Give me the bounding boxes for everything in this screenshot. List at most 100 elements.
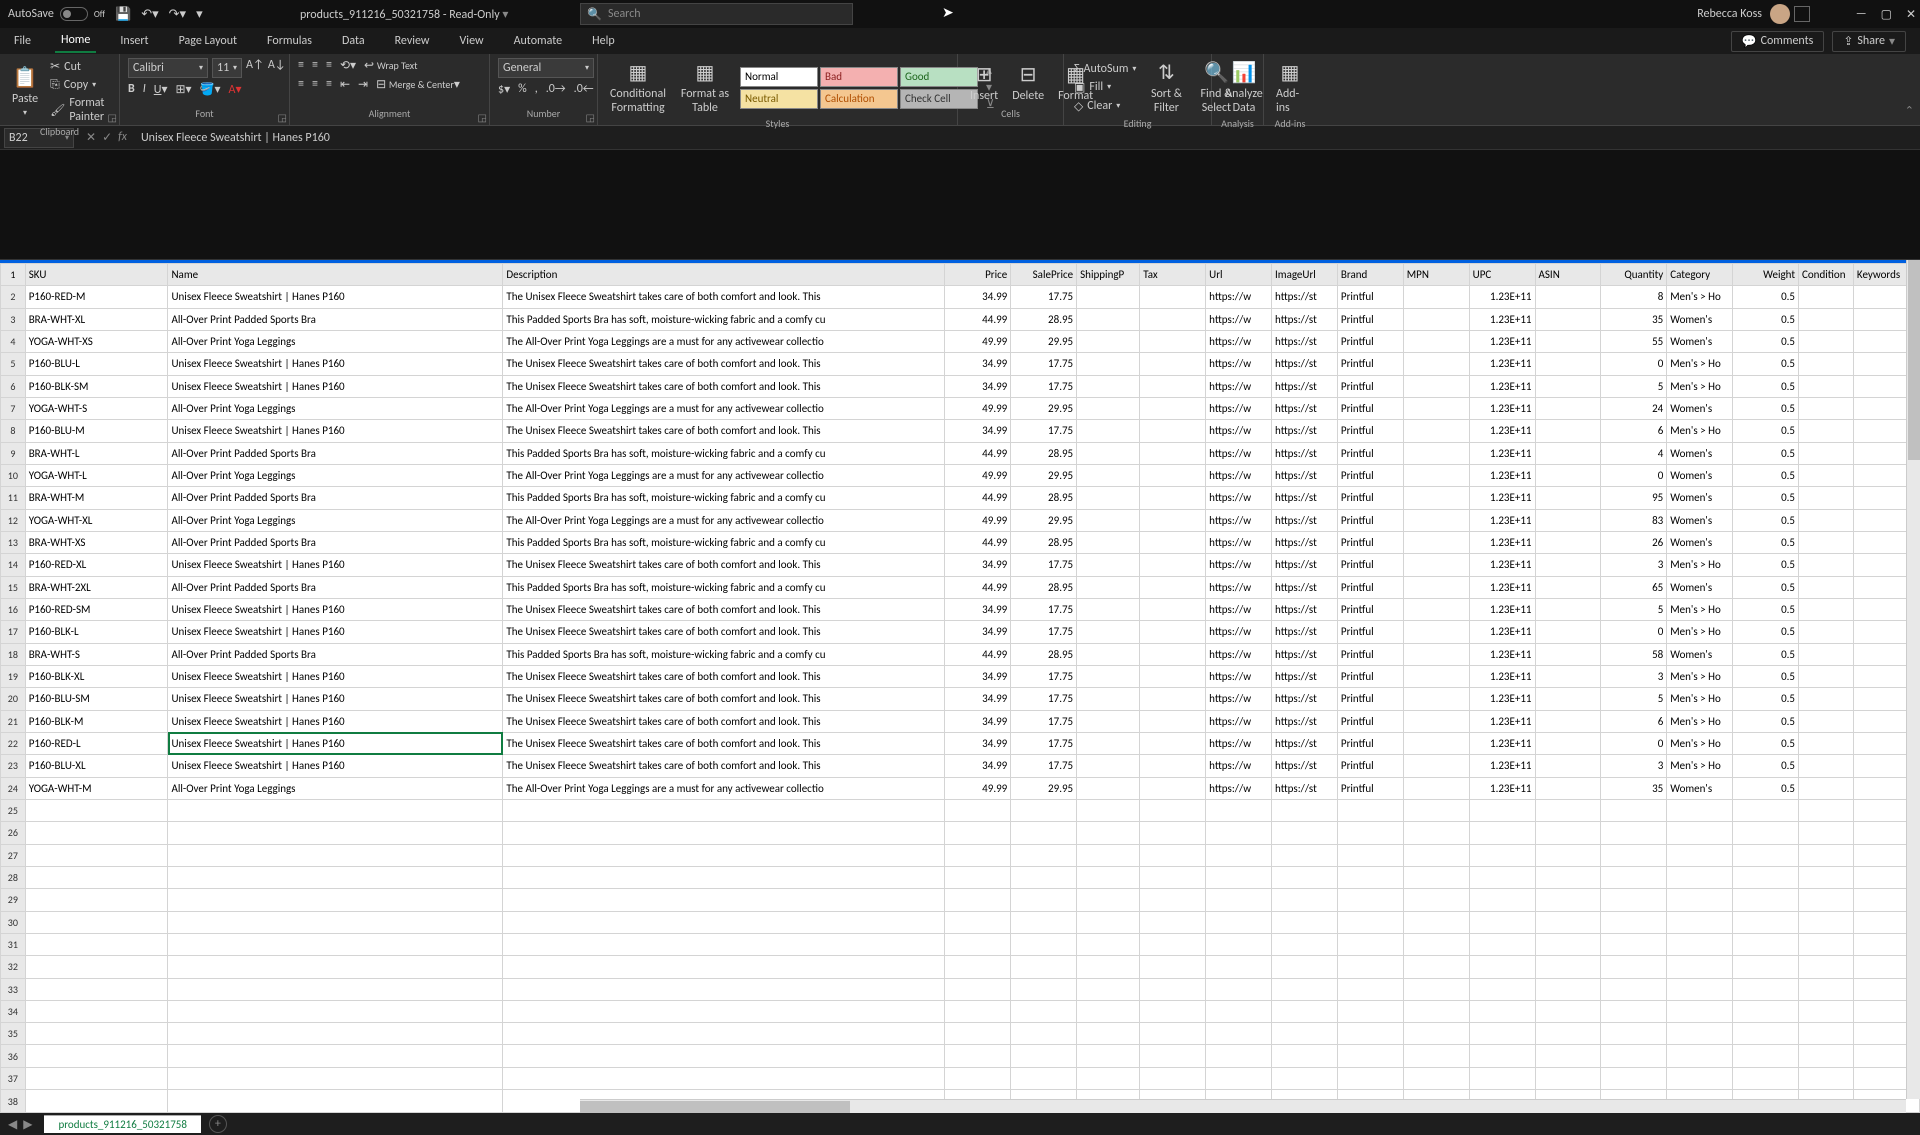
cell[interactable]: 34.99 <box>945 755 1011 777</box>
cell[interactable] <box>503 933 945 955</box>
conditional-formatting-button[interactable]: ▦Conditional Formatting <box>606 58 670 117</box>
cell[interactable] <box>1140 397 1206 419</box>
column-header[interactable]: Category <box>1667 264 1733 286</box>
analyze-data-button[interactable]: 📊Analyze Data <box>1220 58 1268 117</box>
cell[interactable] <box>1535 710 1601 732</box>
cell[interactable]: 29.95 <box>1011 777 1077 799</box>
cell[interactable] <box>1667 844 1733 866</box>
cell[interactable]: https://w <box>1206 665 1272 687</box>
cell[interactable] <box>1535 487 1601 509</box>
row-header[interactable]: 31 <box>1 933 26 955</box>
cell[interactable] <box>1535 956 1601 978</box>
cell[interactable]: 17.75 <box>1011 710 1077 732</box>
undo-icon[interactable]: ↶▾ <box>141 7 158 22</box>
cell[interactable] <box>25 1090 168 1113</box>
cell[interactable] <box>1799 531 1854 553</box>
row-header[interactable]: 22 <box>1 732 26 754</box>
cell[interactable] <box>1206 866 1272 888</box>
cell[interactable]: 3 <box>1601 755 1667 777</box>
cell[interactable] <box>1337 956 1403 978</box>
cell[interactable] <box>168 844 503 866</box>
row-header[interactable]: 11 <box>1 487 26 509</box>
cell[interactable] <box>1403 554 1469 576</box>
cell[interactable] <box>1535 308 1601 330</box>
cell[interactable]: https://st <box>1272 375 1338 397</box>
cell[interactable] <box>25 1067 168 1089</box>
cell[interactable]: https://w <box>1206 330 1272 352</box>
user-account[interactable]: Rebecca Koss <box>1697 4 1790 24</box>
cell[interactable] <box>1011 844 1077 866</box>
cell[interactable] <box>945 866 1011 888</box>
cell[interactable] <box>1535 755 1601 777</box>
cell[interactable] <box>1077 531 1140 553</box>
cell[interactable] <box>1140 799 1206 821</box>
cell[interactable] <box>168 1045 503 1067</box>
cell[interactable]: All-Over Print Yoga Leggings <box>168 330 503 352</box>
cell[interactable]: https://st <box>1272 531 1338 553</box>
cell[interactable] <box>1140 531 1206 553</box>
cell[interactable]: 28.95 <box>1011 442 1077 464</box>
cell[interactable] <box>1733 956 1799 978</box>
comments-button[interactable]: 💬Comments <box>1731 31 1825 52</box>
row-header[interactable]: 16 <box>1 598 26 620</box>
cell[interactable] <box>1272 1000 1338 1022</box>
cell[interactable] <box>1799 554 1854 576</box>
cell[interactable] <box>1667 911 1733 933</box>
cell[interactable]: P160-BLK-M <box>25 710 168 732</box>
cell[interactable]: Printful <box>1337 330 1403 352</box>
cell[interactable]: 17.75 <box>1011 665 1077 687</box>
cell[interactable]: 34.99 <box>945 554 1011 576</box>
cell[interactable] <box>1337 799 1403 821</box>
merge-center-button[interactable]: ⊟ Merge & Center▾ <box>376 77 460 92</box>
column-header[interactable]: Brand <box>1337 264 1403 286</box>
cut-button[interactable]: ✂Cut <box>48 58 111 75</box>
cell[interactable] <box>1272 1045 1338 1067</box>
cell[interactable]: Printful <box>1337 643 1403 665</box>
cell[interactable]: 28.95 <box>1011 487 1077 509</box>
cell[interactable] <box>1799 777 1854 799</box>
cell[interactable] <box>168 822 503 844</box>
tab-file[interactable]: File <box>8 30 37 52</box>
cell[interactable] <box>1206 1000 1272 1022</box>
sheet-tab[interactable]: products_911216_50321758 <box>44 1115 200 1133</box>
cell[interactable] <box>1733 978 1799 1000</box>
cell[interactable] <box>1011 933 1077 955</box>
cell[interactable] <box>1206 911 1272 933</box>
cell[interactable]: 1.23E+11 <box>1469 353 1535 375</box>
cell[interactable] <box>25 1000 168 1022</box>
collapse-ribbon-icon[interactable]: ⌃ <box>1905 104 1914 117</box>
cell[interactable]: https://w <box>1206 464 1272 486</box>
cell[interactable]: YOGA-WHT-L <box>25 464 168 486</box>
cell[interactable] <box>1535 933 1601 955</box>
row-header[interactable]: 34 <box>1 1000 26 1022</box>
cell[interactable] <box>1011 1067 1077 1089</box>
cell[interactable]: 1.23E+11 <box>1469 755 1535 777</box>
cell[interactable] <box>1206 799 1272 821</box>
tab-home[interactable]: Home <box>55 29 96 53</box>
cell[interactable] <box>1799 598 1854 620</box>
font-name-select[interactable]: Calibri▾ <box>128 58 208 78</box>
cell[interactable]: Men's > Ho <box>1667 375 1733 397</box>
cell[interactable]: 17.75 <box>1011 375 1077 397</box>
cell[interactable] <box>1535 688 1601 710</box>
cell[interactable] <box>168 889 503 911</box>
cell[interactable]: The Unisex Fleece Sweatshirt takes care … <box>503 598 945 620</box>
cell[interactable]: Men's > Ho <box>1667 353 1733 375</box>
cell[interactable] <box>1077 777 1140 799</box>
cell[interactable] <box>168 1000 503 1022</box>
cell[interactable]: Women's <box>1667 643 1733 665</box>
cell[interactable] <box>945 822 1011 844</box>
cell[interactable]: Unisex Fleece Sweatshirt | Hanes P160 <box>168 286 503 308</box>
qat-more-icon[interactable]: ▾ <box>196 7 203 22</box>
cell[interactable]: Women's <box>1667 777 1733 799</box>
cell[interactable] <box>1140 1023 1206 1045</box>
cell[interactable]: 55 <box>1601 330 1667 352</box>
cell[interactable] <box>1403 777 1469 799</box>
cell[interactable] <box>1403 576 1469 598</box>
cell[interactable]: All-Over Print Padded Sports Bra <box>168 308 503 330</box>
column-header[interactable]: SalePrice <box>1011 264 1077 286</box>
cell[interactable] <box>1403 665 1469 687</box>
cell[interactable] <box>1272 822 1338 844</box>
sort-filter-button[interactable]: ⇅Sort & Filter <box>1144 58 1188 117</box>
vertical-scrollbar[interactable] <box>1906 260 1920 1099</box>
